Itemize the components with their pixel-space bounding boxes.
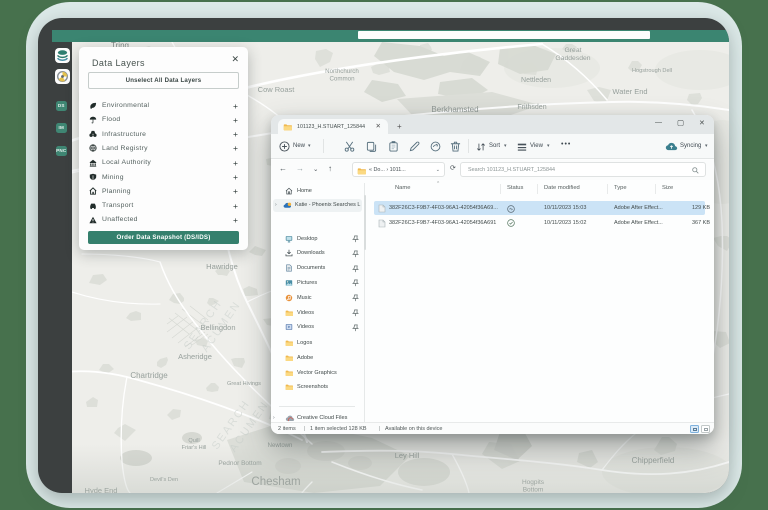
svg-text:Hogstrough Dell: Hogstrough Dell — [632, 68, 672, 74]
svg-text:Common: Common — [329, 76, 355, 83]
svg-text:Cow Roast: Cow Roast — [258, 85, 296, 94]
svg-text:Gaddesden: Gaddesden — [555, 55, 590, 62]
svg-text:Northchurch: Northchurch — [325, 68, 359, 75]
svg-text:Great Hivings: Great Hivings — [227, 381, 261, 387]
svg-text:Hawridge: Hawridge — [206, 262, 238, 271]
svg-text:Berkhamsted: Berkhamsted — [431, 105, 478, 114]
svg-text:Chartridge: Chartridge — [130, 371, 168, 380]
svg-text:Water End: Water End — [612, 87, 647, 96]
svg-text:Nettleden: Nettleden — [521, 77, 551, 84]
svg-text:Great: Great — [565, 47, 582, 54]
svg-text:Asheridge: Asheridge — [178, 352, 212, 361]
svg-text:Frithsden: Frithsden — [517, 104, 546, 111]
svg-text:Bellingdon: Bellingdon — [200, 323, 235, 332]
svg-text:Quill: Quill — [188, 438, 199, 444]
